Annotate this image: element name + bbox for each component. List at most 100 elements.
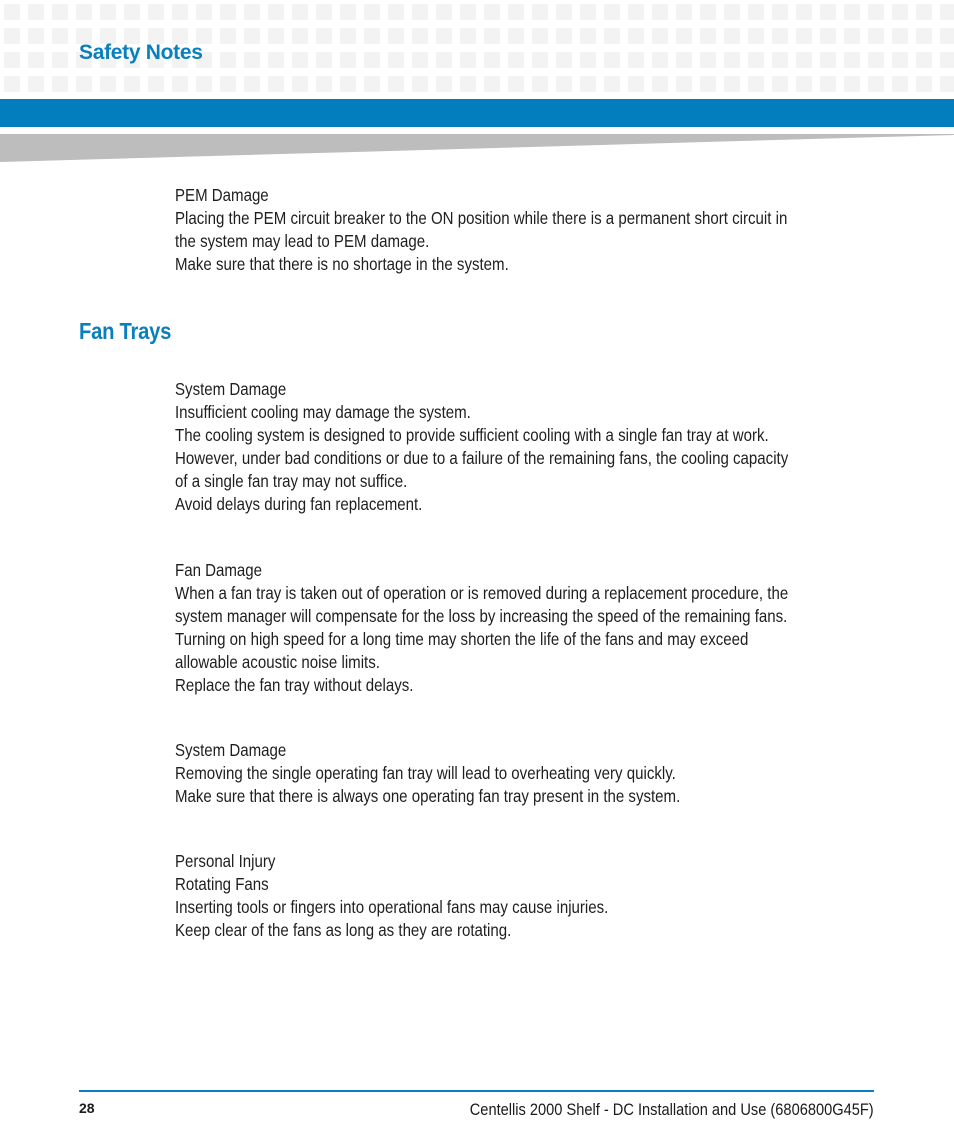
header-pattern-square bbox=[124, 4, 140, 20]
header-pattern-square bbox=[796, 28, 812, 44]
note-text: Placing the PEM circuit breaker to the O… bbox=[175, 208, 788, 228]
header-pattern-square bbox=[28, 4, 44, 20]
header-pattern-square bbox=[412, 76, 428, 92]
header-pattern-square bbox=[868, 52, 884, 68]
document-title: Centellis 2000 Shelf - DC Installation a… bbox=[470, 1100, 874, 1119]
header-pattern-square bbox=[52, 52, 68, 68]
header-pattern-square bbox=[460, 28, 476, 44]
note-title: Fan Damage bbox=[175, 560, 263, 580]
header-pattern-square bbox=[124, 76, 140, 92]
header-pattern-square bbox=[460, 4, 476, 20]
header-pattern-square bbox=[532, 28, 548, 44]
note-text: However, under bad conditions or due to … bbox=[175, 448, 789, 468]
header-pattern-square bbox=[820, 4, 836, 20]
header-pattern-square bbox=[604, 4, 620, 20]
header-pattern-square bbox=[892, 76, 908, 92]
header-pattern-square bbox=[436, 4, 452, 20]
header-pattern-square bbox=[628, 28, 644, 44]
header-pattern-square bbox=[676, 52, 692, 68]
header-pattern-square bbox=[412, 4, 428, 20]
header-pattern-square bbox=[940, 52, 954, 68]
note-text: Insufficient cooling may damage the syst… bbox=[175, 402, 471, 422]
header-pattern-square bbox=[460, 76, 476, 92]
header-pattern-square bbox=[580, 76, 596, 92]
header-pattern-square bbox=[868, 28, 884, 44]
section-title: Safety Notes bbox=[79, 41, 203, 64]
header-pattern-square bbox=[556, 28, 572, 44]
note-text: system manager will compensate for the l… bbox=[175, 606, 788, 626]
header-pattern-square bbox=[28, 52, 44, 68]
header-pattern-square bbox=[436, 52, 452, 68]
system-damage-note-1: System Damage Insufficient cooling may d… bbox=[175, 378, 935, 516]
header-pattern-square bbox=[4, 4, 20, 20]
header-pattern-square bbox=[28, 28, 44, 44]
note-title: Personal Injury bbox=[175, 851, 276, 871]
header-pattern-square bbox=[772, 76, 788, 92]
header-pattern-square bbox=[268, 28, 284, 44]
note-text: The cooling system is designed to provid… bbox=[175, 425, 769, 445]
header-pattern-square bbox=[724, 76, 740, 92]
header-pattern-square bbox=[364, 52, 380, 68]
header-pattern-square bbox=[868, 4, 884, 20]
header-pattern-square bbox=[604, 76, 620, 92]
header-pattern-square bbox=[580, 52, 596, 68]
header-pattern-square bbox=[772, 28, 788, 44]
header-pattern-square bbox=[28, 76, 44, 92]
header-pattern-square bbox=[292, 52, 308, 68]
header-pattern-square bbox=[940, 4, 954, 20]
note-title: PEM Damage bbox=[175, 185, 269, 205]
header-pattern-square bbox=[220, 52, 236, 68]
header-pattern-square bbox=[844, 76, 860, 92]
header-pattern-square bbox=[172, 4, 188, 20]
header-pattern-square bbox=[268, 76, 284, 92]
header-pattern-square bbox=[508, 76, 524, 92]
page-number: 28 bbox=[79, 1100, 95, 1116]
note-text: Rotating Fans bbox=[175, 874, 269, 894]
note-text: Removing the single operating fan tray w… bbox=[175, 763, 676, 783]
header-pattern-square bbox=[508, 52, 524, 68]
header-pattern-square bbox=[340, 28, 356, 44]
header-pattern-square bbox=[364, 4, 380, 20]
header-pattern-square bbox=[892, 52, 908, 68]
header-pattern-square bbox=[412, 52, 428, 68]
header-pattern-square bbox=[508, 4, 524, 20]
header-pattern-square bbox=[796, 76, 812, 92]
header-pattern-square bbox=[604, 28, 620, 44]
header-pattern-square bbox=[148, 76, 164, 92]
header-pattern-square bbox=[532, 4, 548, 20]
note-text: the system may lead to PEM damage. bbox=[175, 231, 430, 251]
header-pattern-square bbox=[652, 52, 668, 68]
header-pattern-square bbox=[316, 28, 332, 44]
note-title: System Damage bbox=[175, 740, 287, 760]
header-pattern-square bbox=[484, 4, 500, 20]
header-pattern-square bbox=[772, 52, 788, 68]
header-pattern-square bbox=[724, 4, 740, 20]
header-pattern-square bbox=[844, 4, 860, 20]
header-pattern-square bbox=[700, 4, 716, 20]
header-pattern-square bbox=[244, 52, 260, 68]
header-pattern-square bbox=[748, 76, 764, 92]
header-pattern-square bbox=[484, 76, 500, 92]
header-pattern-square bbox=[868, 76, 884, 92]
fan-trays-heading: Fan Trays bbox=[79, 318, 172, 344]
note-text: Keep clear of the fans as long as they a… bbox=[175, 920, 512, 940]
header-pattern-square bbox=[220, 4, 236, 20]
header-pattern-square bbox=[820, 28, 836, 44]
note-text: Turning on high speed for a long time ma… bbox=[175, 629, 749, 649]
header-pattern-square bbox=[580, 28, 596, 44]
header-pattern-square bbox=[244, 76, 260, 92]
header-pattern-square bbox=[460, 52, 476, 68]
header-pattern-square bbox=[652, 4, 668, 20]
header-pattern-square bbox=[892, 4, 908, 20]
header-pattern-square bbox=[772, 4, 788, 20]
note-text: allowable acoustic noise limits. bbox=[175, 652, 380, 672]
header-pattern-square bbox=[436, 28, 452, 44]
header-pattern-square bbox=[940, 76, 954, 92]
system-damage-note-2: System Damage Removing the single operat… bbox=[175, 739, 935, 808]
header-gray-wedge bbox=[0, 134, 954, 162]
note-text: Inserting tools or fingers into operatio… bbox=[175, 897, 609, 917]
header-pattern-square bbox=[340, 4, 356, 20]
pem-damage-note: PEM Damage Placing the PEM circuit break… bbox=[175, 184, 935, 276]
header-pattern-square bbox=[796, 52, 812, 68]
header-pattern-square bbox=[436, 76, 452, 92]
